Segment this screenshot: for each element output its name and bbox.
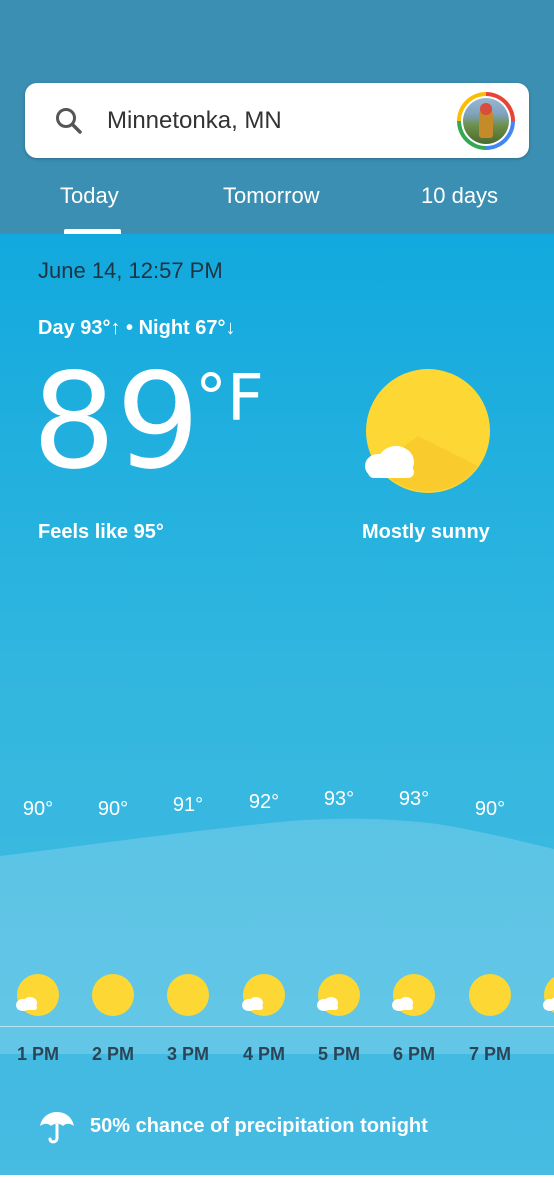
tab-10-days[interactable]: 10 days (421, 180, 498, 212)
hourly-temp: 93° (398, 788, 430, 810)
feels-like: Feels like 95° (38, 521, 164, 543)
tab-today[interactable]: Today (60, 180, 119, 212)
hourly-temp: 91° (172, 794, 204, 816)
hourly-time: 7 PM (468, 1044, 511, 1064)
hourly-time: 6 PM (392, 1044, 435, 1064)
hourly-time: 1 PM (16, 1044, 59, 1064)
day-night-range: Day 93°↑ • Night 67°↓ (38, 317, 236, 339)
search-icon[interactable] (53, 105, 85, 137)
tab-tomorrow[interactable]: Tomorrow (223, 180, 320, 212)
hourly-temp: 90° (474, 798, 506, 820)
condition-text: Mostly sunny (362, 521, 490, 543)
sun-with-cloud-icon (16, 974, 59, 1016)
hourly-time: 5 PM (317, 1044, 360, 1064)
avatar-helmet (480, 103, 492, 115)
weather-screen: Minnetonka, MN Today Tomorrow 10 days Ju… (0, 0, 554, 1200)
search-bar[interactable]: Minnetonka, MN (25, 83, 529, 158)
current-temperature: 89 (32, 345, 200, 499)
hourly-temp: 90° (97, 798, 129, 820)
precipitation-text: 50% chance of precipitation tonight (90, 1115, 428, 1137)
hourly-time: 8 (530, 1044, 554, 1065)
hourly-time: 3 PM (166, 1044, 209, 1064)
account-avatar[interactable] (457, 92, 515, 150)
hourly-time: 4 PM (242, 1044, 285, 1064)
avatar-image (463, 98, 509, 144)
header: Minnetonka, MN Today Tomorrow 10 days (0, 0, 554, 234)
hourly-temp: 92° (248, 791, 280, 813)
avatar (461, 96, 511, 146)
temperature-unit[interactable]: °F (195, 364, 264, 434)
weather-panel: June 14, 12:57 PM Day 93°↑ • Night 67°↓ … (0, 234, 554, 1175)
current-datetime: June 14, 12:57 PM (38, 258, 223, 283)
location-text[interactable]: Minnetonka, MN (107, 105, 282, 137)
hourly-temp: 90° (22, 798, 54, 820)
sun-icon (167, 974, 209, 1016)
sun-with-cloud-icon (242, 974, 285, 1016)
sun-icon (469, 974, 511, 1016)
hourly-divider (0, 1026, 554, 1027)
umbrella-icon (40, 1112, 74, 1144)
hourly-time: 2 PM (91, 1044, 134, 1064)
hourly-temp: 8 (535, 808, 554, 831)
sun-with-cloud-icon (392, 974, 435, 1016)
sun-with-cloud-icon (317, 974, 360, 1016)
sun-with-cloud-icon (543, 977, 554, 1013)
sun-icon (92, 974, 134, 1016)
hourly-temp: 93° (323, 788, 355, 810)
sun-with-cloud-icon (365, 369, 490, 493)
